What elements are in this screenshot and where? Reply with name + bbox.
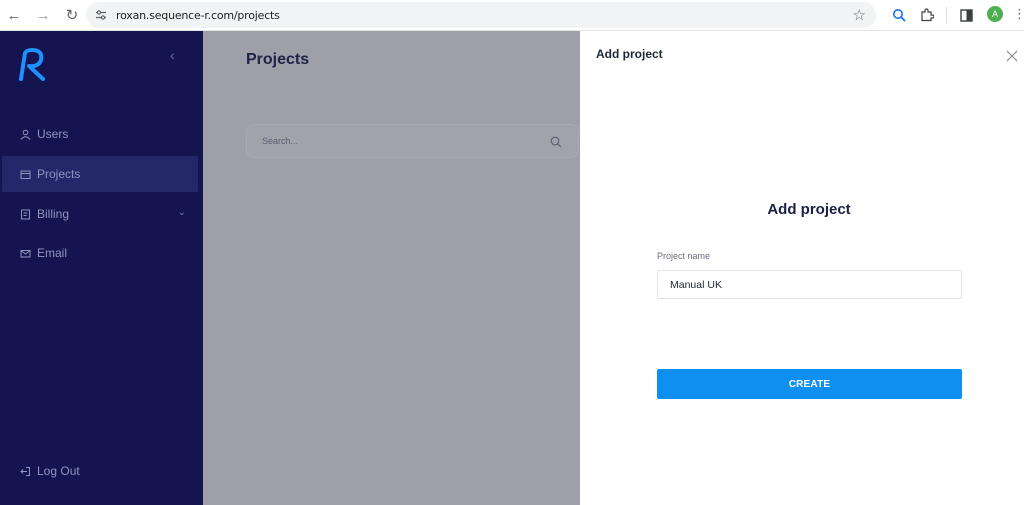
profile-avatar[interactable]: A [987, 6, 1003, 22]
extensions-icon[interactable] [917, 5, 937, 25]
site-settings-icon[interactable] [94, 8, 108, 22]
sidebar-item-projects[interactable]: Projects [2, 156, 198, 192]
browser-toolbar: ← → ↻ roxan.sequence-r.com/projects ☆ A … [0, 0, 1024, 31]
sidebar-item-label: Billing [37, 207, 70, 221]
chevron-down-icon[interactable]: ⌄ [178, 207, 186, 218]
sidebar: ‹ Users Projects Billing ⌄ Email Log Out [0, 31, 203, 505]
folder-icon [19, 168, 31, 180]
user-icon [19, 128, 31, 140]
app-logo[interactable] [16, 47, 48, 81]
project-name-label: Project name [657, 251, 711, 261]
form-heading: Add project [767, 201, 851, 218]
mail-icon [19, 247, 31, 259]
logout-icon [19, 465, 31, 477]
project-name-field[interactable] [657, 270, 962, 299]
logout-button[interactable]: Log Out [2, 453, 198, 489]
reload-icon[interactable]: ↻ [61, 4, 83, 26]
bookmark-star-icon[interactable]: ☆ [853, 6, 866, 24]
forward-arrow-icon[interactable]: → [32, 4, 54, 26]
search-icon[interactable] [550, 135, 562, 153]
side-panel-icon[interactable] [956, 5, 976, 25]
sidebar-item-label: Projects [37, 167, 81, 181]
billing-icon [19, 208, 31, 220]
create-button[interactable]: CREATE [657, 369, 962, 399]
search-input[interactable] [262, 136, 522, 146]
drawer-title: Add project [596, 47, 663, 61]
url-text: roxan.sequence-r.com/projects [116, 8, 280, 22]
logout-label: Log Out [37, 464, 80, 478]
close-icon[interactable] [1006, 49, 1020, 63]
sidebar-item-label: Users [37, 127, 69, 141]
browser-menu-icon[interactable]: ⋮ [1013, 6, 1024, 22]
collapse-sidebar-icon[interactable]: ‹ [170, 47, 175, 63]
zoom-icon[interactable] [889, 5, 909, 25]
address-bar[interactable]: roxan.sequence-r.com/projects ☆ [86, 2, 876, 28]
main-content-overlay[interactable]: Projects [203, 31, 580, 505]
sidebar-item-label: Email [37, 246, 68, 260]
sidebar-item-billing[interactable]: Billing ⌄ [2, 196, 198, 232]
toolbar-divider [946, 7, 947, 23]
sidebar-item-email[interactable]: Email [2, 235, 198, 271]
add-project-drawer: Add project Add project Project name CRE… [580, 31, 1024, 505]
page-title: Projects [246, 51, 310, 68]
sidebar-item-users[interactable]: Users [2, 116, 198, 152]
search-box[interactable] [246, 124, 579, 158]
back-arrow-icon[interactable]: ← [3, 4, 25, 26]
